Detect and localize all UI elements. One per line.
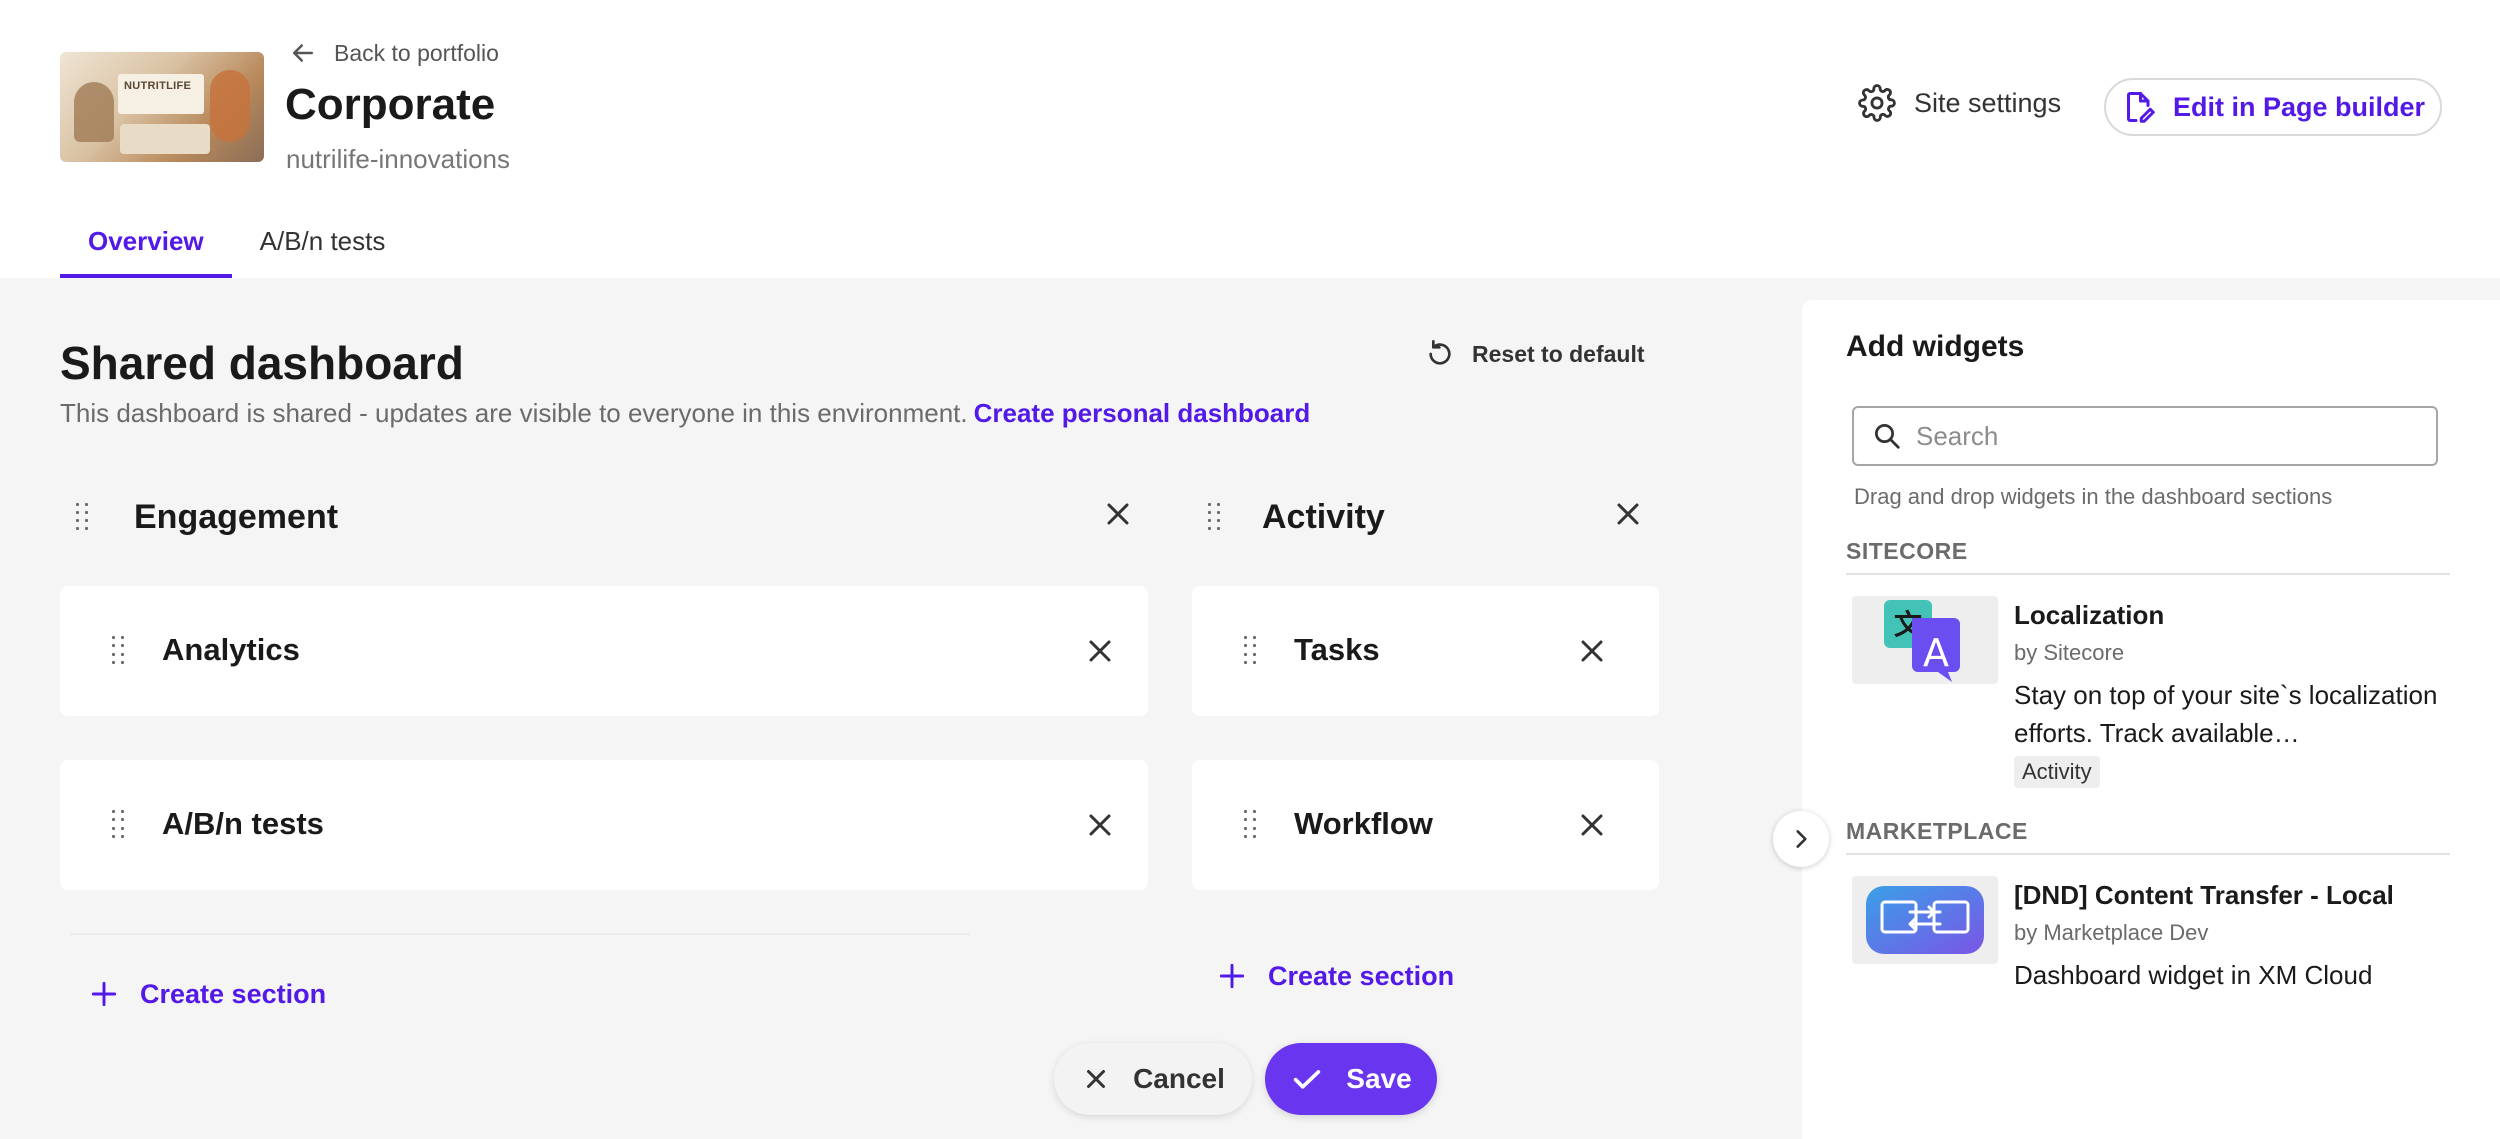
edit-in-page-builder-button[interactable]: Edit in Page builder xyxy=(2104,78,2442,136)
chevron-right-icon xyxy=(1796,830,1807,848)
close-icon xyxy=(1087,1070,1106,1088)
arrow-left-icon xyxy=(293,44,313,62)
widget-card-abn-tests: A/B/n tests xyxy=(60,760,1148,890)
widget-title-abn-tests: A/B/n tests xyxy=(162,806,324,841)
drag-handle-icon[interactable] xyxy=(112,636,126,666)
section-title-engagement: Engagement xyxy=(134,498,339,536)
add-widgets-panel: Add widgets Drag and drop widgets in the… xyxy=(1802,300,2500,1139)
cancel-button[interactable]: Cancel xyxy=(1054,1043,1252,1115)
remove-widget-analytics-button[interactable] xyxy=(1082,633,1118,669)
create-section-button[interactable]: Create section xyxy=(88,978,326,1010)
site-settings-button[interactable]: Site settings xyxy=(1858,84,2061,122)
svg-text:A: A xyxy=(1923,631,1949,675)
close-icon xyxy=(1617,503,1639,525)
remove-section-engagement-button[interactable] xyxy=(1100,496,1136,532)
create-section-button[interactable]: Create section xyxy=(1216,960,1454,992)
check-icon xyxy=(1294,1070,1321,1089)
remove-widget-abn-tests-button[interactable] xyxy=(1082,807,1118,843)
remove-widget-workflow-button[interactable] xyxy=(1574,807,1610,843)
save-label: Save xyxy=(1346,1063,1412,1094)
gear-icon xyxy=(1858,84,1896,122)
edit-label: Edit in Page builder xyxy=(2172,91,2426,122)
panel-title: Add widgets xyxy=(1846,330,2025,363)
site-name: nutrilife-innovations xyxy=(286,144,511,174)
widget-name: [DND] Content Transfer - Local xyxy=(2014,880,2394,910)
collapse-panel-button[interactable] xyxy=(1773,811,1829,867)
drag-handle-icon[interactable] xyxy=(1208,502,1222,533)
back-to-portfolio-link[interactable]: Back to portfolio xyxy=(288,38,499,68)
tab-overview[interactable]: Overview xyxy=(60,218,232,278)
save-button[interactable]: Save xyxy=(1265,1043,1437,1115)
tab-bar: Overview A/B/n tests xyxy=(60,218,413,278)
category-marketplace: MARKETPLACE xyxy=(1846,818,2450,855)
drag-handle-icon[interactable] xyxy=(76,502,90,533)
site-settings-label: Site settings xyxy=(1914,87,2062,118)
section-divider xyxy=(70,933,970,935)
page-title: Corporate xyxy=(285,80,496,129)
widget-card-analytics: Analytics xyxy=(60,586,1148,716)
plus-icon xyxy=(1219,963,1245,989)
site-thumbnail: NUTRITLIFE xyxy=(60,52,264,162)
widget-card-tasks: Tasks xyxy=(1192,586,1659,716)
translate-icon: 文 A xyxy=(1852,596,1998,684)
remove-widget-tasks-button[interactable] xyxy=(1574,633,1610,669)
drag-handle-icon[interactable] xyxy=(1244,636,1258,666)
create-section-label: Create section xyxy=(1268,960,1455,991)
widget-name: Localization xyxy=(2014,600,2165,630)
dashboard-description-text: This dashboard is shared - updates are v… xyxy=(60,398,968,428)
edit-page-icon xyxy=(2126,92,2155,123)
page-header: NUTRITLIFE Back to portfolio Corporate n… xyxy=(0,0,2500,278)
cancel-label: Cancel xyxy=(1133,1063,1225,1094)
widget-card-workflow: Workflow xyxy=(1192,760,1659,890)
dashboard-title: Shared dashboard xyxy=(60,337,464,389)
close-icon xyxy=(1581,640,1603,662)
widget-item-content-transfer[interactable]: [DND] Content Transfer - Local by Market… xyxy=(1852,876,2442,1016)
widget-description: Dashboard widget in XM Cloud xyxy=(2014,960,2373,990)
reset-icon xyxy=(1429,340,1451,365)
thumbnail-text: NUTRITLIFE xyxy=(124,80,192,92)
close-icon xyxy=(1581,814,1603,836)
reset-label: Reset to default xyxy=(1472,340,1645,367)
widget-description: Stay on top of your site`s localization … xyxy=(2014,680,2438,748)
search-input[interactable] xyxy=(1916,420,2416,452)
widget-author: by Sitecore xyxy=(2014,640,2125,665)
back-label: Back to portfolio xyxy=(334,39,499,66)
dashboard-description: This dashboard is shared - updates are v… xyxy=(60,398,1310,429)
widget-tag: Activity xyxy=(2014,756,2100,788)
close-icon xyxy=(1089,814,1111,836)
create-personal-dashboard-link[interactable]: Create personal dashboard xyxy=(974,398,1311,429)
remove-section-activity-button[interactable] xyxy=(1610,496,1646,532)
category-sitecore: SITECORE xyxy=(1846,538,2450,575)
widget-title-analytics: Analytics xyxy=(162,632,300,667)
widget-title-workflow: Workflow xyxy=(1294,806,1433,841)
drag-handle-icon[interactable] xyxy=(112,810,126,840)
drag-hint: Drag and drop widgets in the dashboard s… xyxy=(1854,484,2333,509)
drag-handle-icon[interactable] xyxy=(1244,810,1258,840)
tab-abn-tests[interactable]: A/B/n tests xyxy=(232,218,414,278)
dashboard-area: Shared dashboard This dashboard is share… xyxy=(0,278,1802,1139)
section-activity-header: Activity xyxy=(1208,498,1385,537)
section-title-activity: Activity xyxy=(1262,498,1385,536)
create-section-label: Create section xyxy=(140,978,327,1009)
widget-author: by Marketplace Dev xyxy=(2014,920,2209,945)
close-icon xyxy=(1107,503,1129,525)
content-transfer-icon xyxy=(1852,876,1998,964)
widget-item-localization[interactable]: 文 A Localization by Sitecore Stay on top… xyxy=(1852,596,2442,796)
search-icon xyxy=(1875,424,1900,449)
section-engagement-header: Engagement xyxy=(76,498,338,537)
widget-search-field[interactable] xyxy=(1852,406,2438,466)
reset-to-default-button[interactable]: Reset to default xyxy=(1424,338,1645,370)
plus-icon xyxy=(91,981,117,1007)
widget-title-tasks: Tasks xyxy=(1294,632,1380,667)
close-icon xyxy=(1089,640,1111,662)
